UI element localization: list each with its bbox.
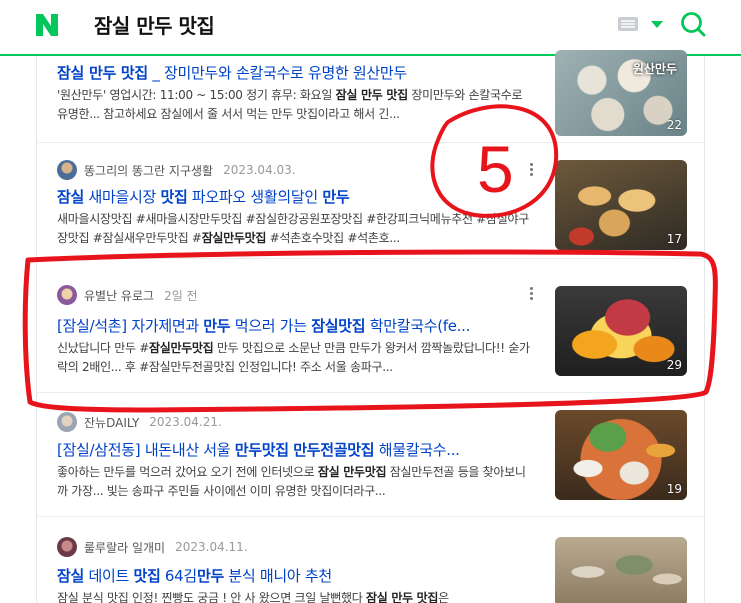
source-name[interactable]: 룰루랄라 일개미 xyxy=(84,539,165,556)
image-count: 29 xyxy=(666,358,682,372)
keyword-highlight: 잠실만두맛집 xyxy=(201,231,267,245)
result-title[interactable]: 잠실 만두 맛집 _ 장미만두와 손칼국수로 유명한 원산만두 xyxy=(57,62,532,83)
search-icon[interactable] xyxy=(680,11,706,37)
avatar[interactable] xyxy=(57,285,77,305)
search-header: 잠실 만두 맛집 xyxy=(0,0,741,56)
keyword-highlight: 잠실만두맛집 xyxy=(148,341,214,355)
avatar[interactable] xyxy=(57,412,77,432)
result-item: 유별난 유로그 2일 전 [잠실/석촌] 자가제면과 만두 먹으러 가는 잠실맛… xyxy=(37,259,704,393)
image-count: 22 xyxy=(666,118,682,132)
result-title[interactable]: 잠실 새마을시장 맛집 파오파오 생활의달인 만두 xyxy=(57,186,532,207)
text-segment: #석촌호수맛집 #석촌호... xyxy=(266,231,401,245)
result-description[interactable]: 잠실 분식 맛집 인정! 찐빵도 궁금 ! 안 사 왔으면 크일 날뻔했다 잠실… xyxy=(57,589,532,603)
result-title[interactable]: [잠실/석촌] 자가제면과 만두 먹으러 가는 잠실맛집 학만칼국수(fe... xyxy=(57,315,532,336)
keyword-highlight: 만두맛집 xyxy=(234,441,289,459)
keyword-highlight: 잠실 만두 맛집 xyxy=(335,88,409,102)
result-thumbnail[interactable]: 19 xyxy=(555,410,687,500)
text-segment: '원산만두' 영업시간: 11:00 ~ 15:00 정기 휴무: 화요일 xyxy=(57,88,336,102)
post-date: 2023.04.03. xyxy=(223,163,296,177)
keyword-highlight: 만두 xyxy=(322,188,350,206)
keyword-highlight: 맛집 xyxy=(133,567,161,585)
thumbnail-overlay-text: 원산만두 xyxy=(632,62,677,76)
text-segment: 해물칼국수... xyxy=(374,441,460,459)
keyword-highlight: 맛집 xyxy=(160,188,188,206)
text-segment: 은 xyxy=(438,591,449,603)
panel-border-right xyxy=(704,56,705,603)
text-segment: 파오파오 생활의달인 xyxy=(187,188,323,206)
result-source[interactable]: 유별난 유로그 2일 전 xyxy=(57,285,198,305)
caret-down-icon[interactable] xyxy=(651,21,663,28)
result-title[interactable]: 잠실 데이트 맛집 64김만두 분식 매니아 추천 xyxy=(57,565,532,586)
keyword-highlight: 잠실 xyxy=(57,567,85,585)
result-source[interactable]: 잔뉴DAILY 2023.04.21. xyxy=(57,412,222,432)
post-date: 2023.04.11. xyxy=(175,540,248,554)
more-options-icon[interactable] xyxy=(530,163,534,179)
text-segment: 신났답니다 만두 # xyxy=(57,341,149,355)
result-description[interactable]: '원산만두' 영업시간: 11:00 ~ 15:00 정기 휴무: 화요일 잠실… xyxy=(57,86,532,124)
naver-logo-icon[interactable] xyxy=(34,12,60,38)
result-item: 잠실 만두 맛집 _ 장미만두와 손칼국수로 유명한 원산만두 '원산만두' 영… xyxy=(37,50,704,143)
result-source[interactable]: 똥그리의 똥그란 지구생활 2023.04.03. xyxy=(57,160,296,180)
text-segment: [잠실/석촌] 자가제면과 xyxy=(57,317,204,335)
more-options-icon[interactable] xyxy=(530,287,534,303)
result-thumbnail[interactable]: 원산만두 22 xyxy=(555,50,687,136)
text-segment: 새마을시장 xyxy=(84,188,161,206)
keyword-highlight: 만두 xyxy=(203,317,231,335)
text-segment: 잠실 분식 맛집 인정! 찐빵도 궁금 ! 안 사 왔으면 크일 날뻔했다 xyxy=(57,591,366,603)
result-source[interactable]: 룰루랄라 일개미 2023.04.11. xyxy=(57,537,248,557)
source-name[interactable]: 잔뉴DAILY xyxy=(84,414,139,431)
keyword-highlight: 맛집 xyxy=(120,64,148,82)
result-description[interactable]: 좋아하는 만두를 먹으러 갔어요 오기 전에 인터넷으로 잠실 만두맛집 잠실만… xyxy=(57,463,532,501)
post-date: 2일 전 xyxy=(164,288,198,303)
keyword-highlight: 만두 xyxy=(196,567,224,585)
keyword-highlight: 잠실 만두 맛집 xyxy=(365,591,439,603)
text-segment: 64김 xyxy=(160,567,197,585)
keyword-highlight: 잠실 xyxy=(57,64,89,82)
result-thumbnail[interactable] xyxy=(555,537,687,603)
text-segment: 좋아하는 만두를 먹으러 갔어요 오기 전에 인터넷으로 xyxy=(57,465,318,479)
keyword-highlight: 만두전골맛집 xyxy=(293,441,375,459)
keyword-highlight: 만두 xyxy=(88,64,121,82)
source-name[interactable]: 유별난 유로그 xyxy=(84,287,154,304)
text-segment: 먹으러 가는 xyxy=(230,317,312,335)
result-item: 룰루랄라 일개미 2023.04.11. 잠실 데이트 맛집 64김만두 분식 … xyxy=(37,517,704,603)
text-segment: [잠실/삼전동] 내돈내산 서울 xyxy=(57,441,235,459)
avatar[interactable] xyxy=(57,160,77,180)
result-item: 잔뉴DAILY 2023.04.21. [잠실/삼전동] 내돈내산 서울 만두맛… xyxy=(37,393,704,517)
text-segment: _ 장미만두와 손칼국수로 유명한 원산만두 xyxy=(147,64,407,82)
image-count: 19 xyxy=(666,482,682,496)
result-thumbnail[interactable]: 29 xyxy=(555,286,687,376)
source-name[interactable]: 똥그리의 똥그란 지구생활 xyxy=(84,162,213,179)
image-count: 17 xyxy=(666,232,682,246)
keyword-highlight: 잠실 xyxy=(57,188,85,206)
avatar[interactable] xyxy=(57,537,77,557)
text-segment: 데이트 xyxy=(84,567,134,585)
post-date: 2023.04.21. xyxy=(149,415,222,429)
keyword-highlight: 잠실 만두맛집 xyxy=(317,465,387,479)
search-query[interactable]: 잠실 만두 맛집 xyxy=(94,10,215,39)
result-description[interactable]: 신났답니다 만두 #잠실만두맛집 만두 맛집으로 소문난 만큼 만두가 왕커서 … xyxy=(57,339,532,377)
keyword-highlight: 잠실맛집 xyxy=(311,317,366,335)
result-description[interactable]: 새마을시장맛집 #새마을시장만두맛집 #잠실한강공원포장맛집 #한강피크닉메뉴추… xyxy=(57,210,532,248)
text-segment: 학만칼국수(fe... xyxy=(365,317,471,335)
text-segment: 분식 매니아 추천 xyxy=(223,567,332,585)
keyboard-icon[interactable] xyxy=(618,17,638,31)
result-item: 똥그리의 똥그란 지구생활 2023.04.03. 잠실 새마을시장 맛집 파오… xyxy=(37,143,704,259)
result-thumbnail[interactable]: 17 xyxy=(555,160,687,250)
result-title[interactable]: [잠실/삼전동] 내돈내산 서울 만두맛집 만두전골맛집 해물칼국수... xyxy=(57,439,532,460)
